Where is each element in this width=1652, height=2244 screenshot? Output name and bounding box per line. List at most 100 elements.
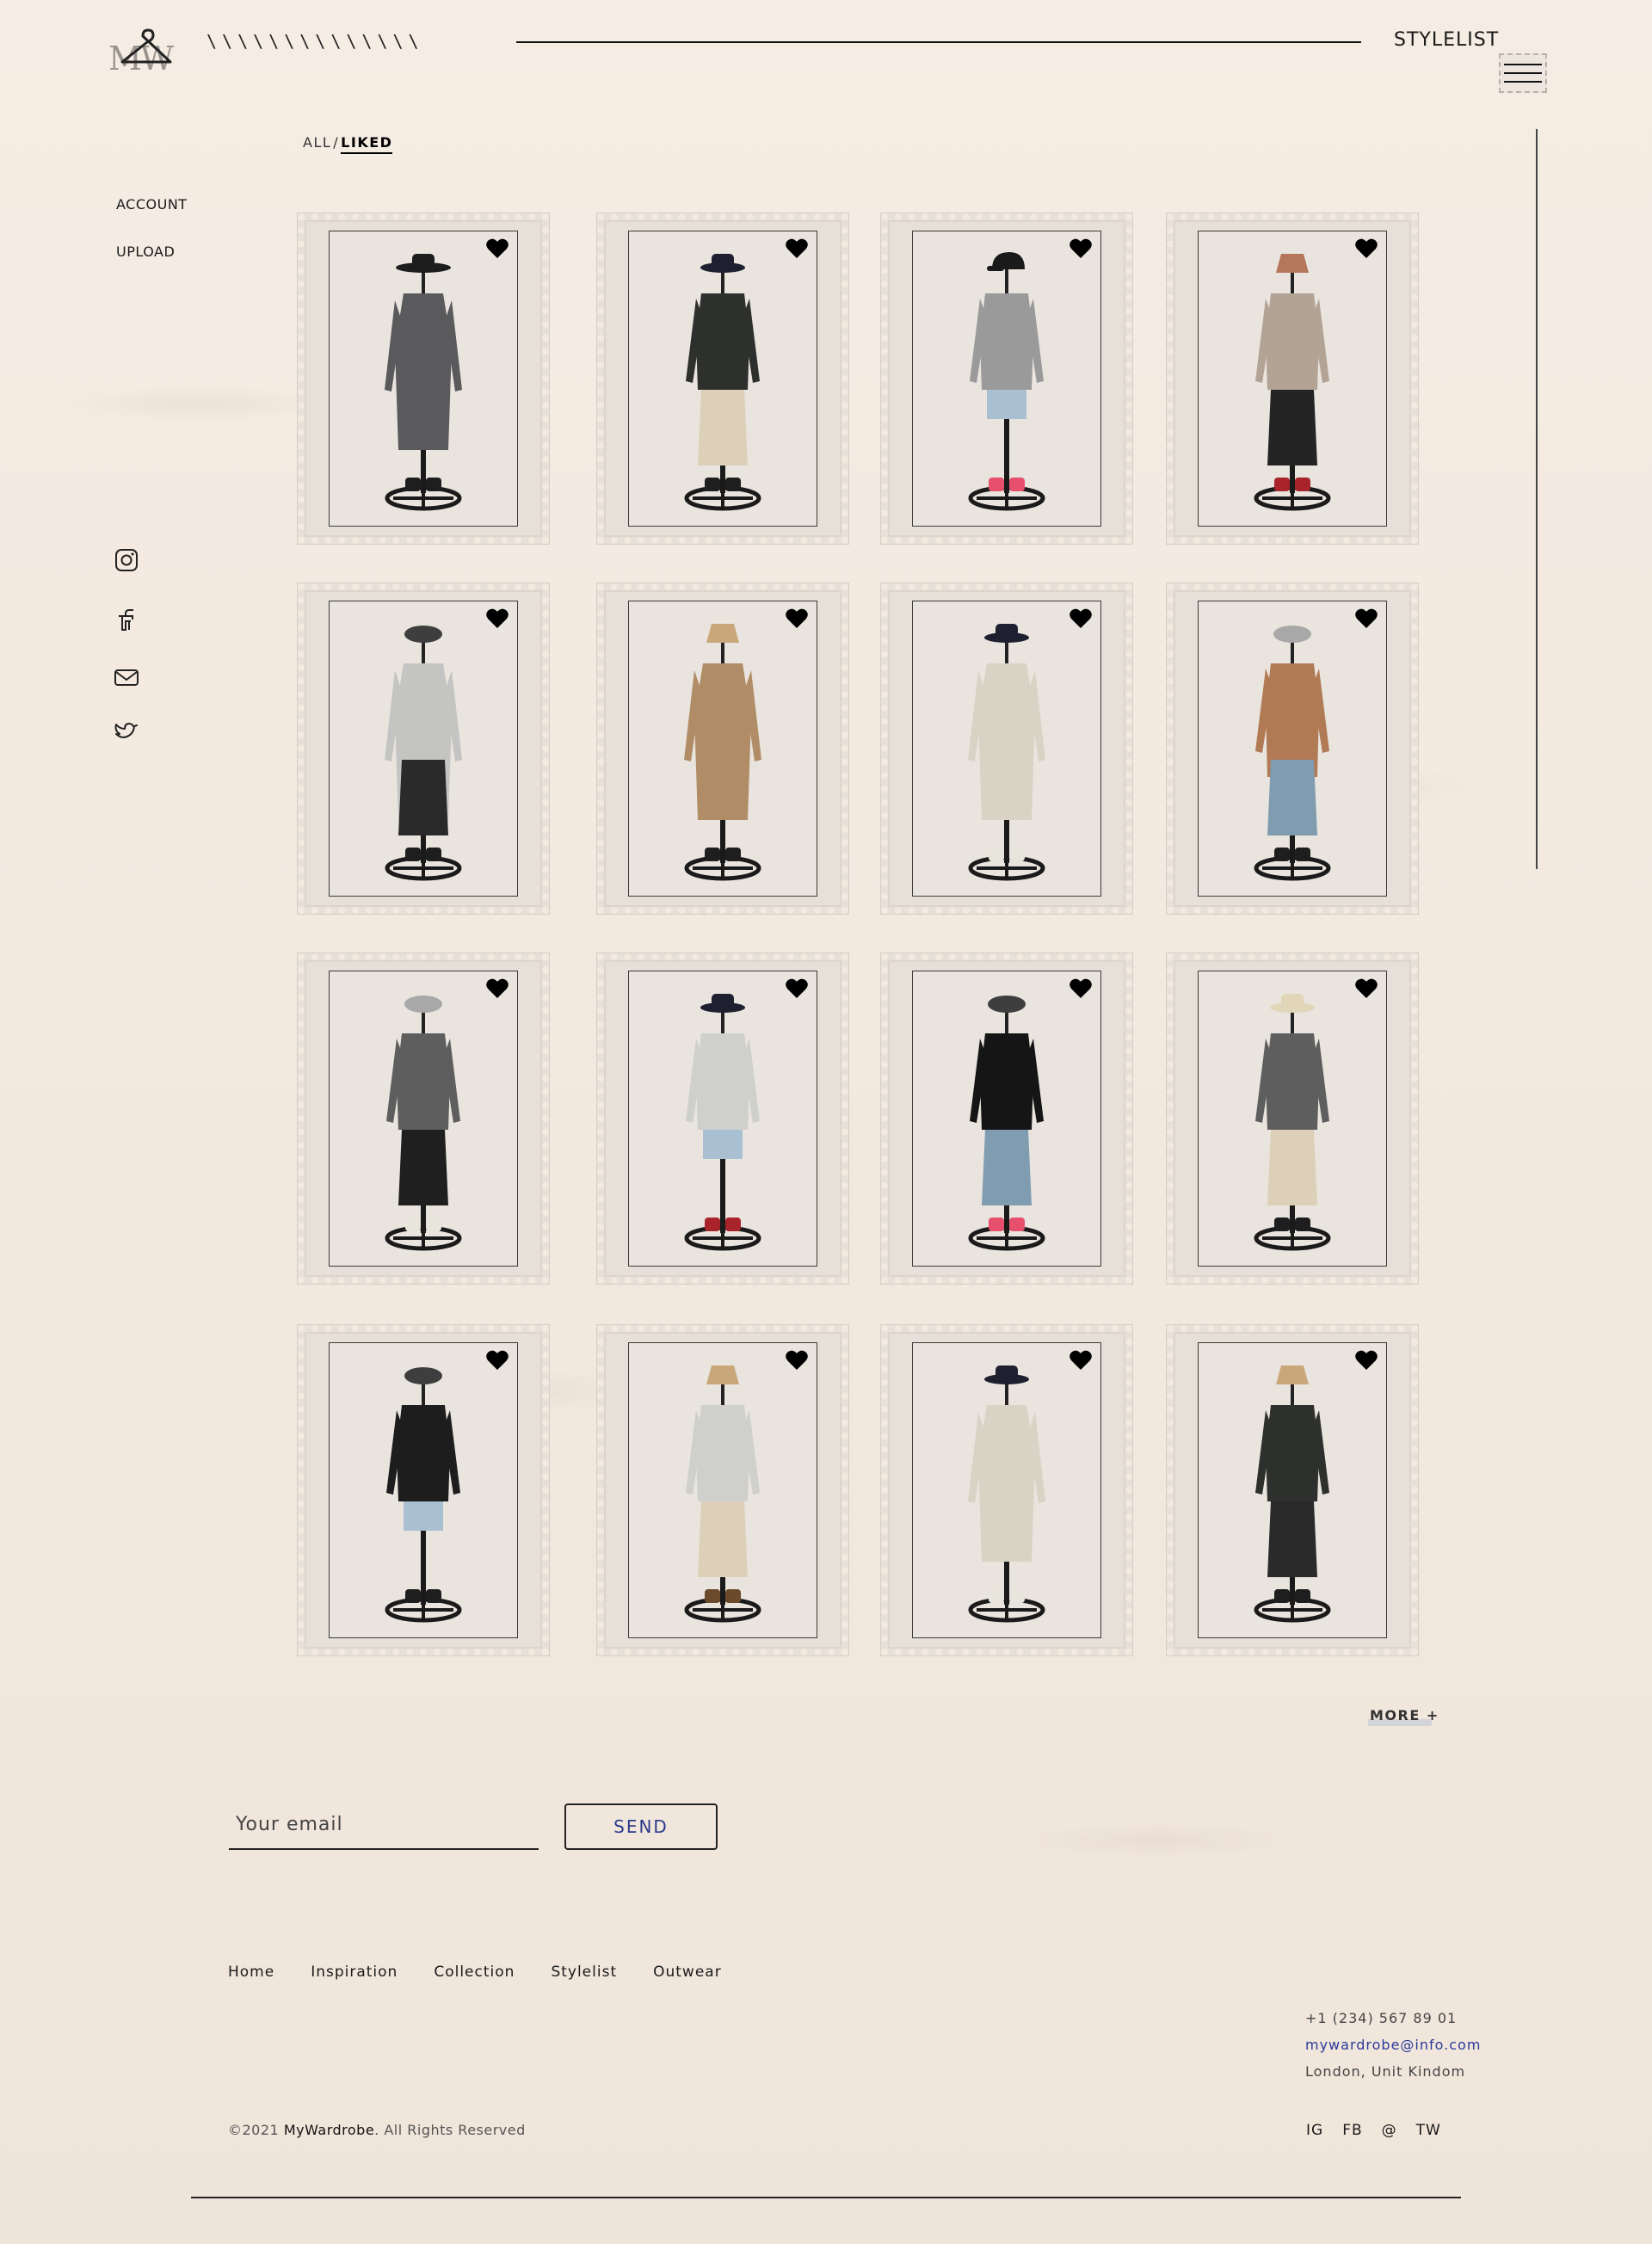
heart-icon[interactable]: [1069, 978, 1092, 999]
facebook-icon[interactable]: [114, 607, 139, 633]
mannequin-outfit-image: [1254, 626, 1331, 881]
outfit-card[interactable]: [1166, 952, 1419, 1285]
heart-icon[interactable]: [786, 1350, 808, 1371]
footer-link-collection[interactable]: Collection: [434, 1964, 515, 1981]
heart-icon[interactable]: [1069, 238, 1092, 259]
footer-social-mail[interactable]: @: [1382, 2122, 1397, 2139]
outfit-card[interactable]: [596, 952, 849, 1285]
outfit-frame: [1198, 971, 1387, 1267]
send-button[interactable]: SEND: [564, 1803, 718, 1850]
outfit-card[interactable]: [1166, 1324, 1419, 1656]
footer-link-stylelist[interactable]: Stylelist: [551, 1964, 617, 1981]
outfit-card[interactable]: [880, 952, 1133, 1285]
footer-link-outwear[interactable]: Outwear: [653, 1964, 722, 1981]
outfit-card[interactable]: [880, 213, 1133, 545]
footer-link-home[interactable]: Home: [228, 1964, 274, 1981]
contact-address: London, Unit Kindom: [1305, 2063, 1466, 2080]
logo[interactable]: MW: [107, 24, 181, 77]
heart-icon[interactable]: [486, 238, 509, 259]
outfit-card[interactable]: [297, 213, 550, 545]
outfit-card[interactable]: [596, 1324, 849, 1656]
filter-all[interactable]: ALL: [303, 134, 331, 151]
heart-icon[interactable]: [786, 608, 808, 629]
outfit-frame: [329, 1342, 518, 1638]
hanger-icon: [120, 28, 172, 64]
mail-icon[interactable]: [114, 664, 139, 690]
outfit-frame: [1198, 231, 1387, 527]
mannequin-outfit-image: [1254, 1366, 1331, 1623]
mannequin-outfit-image: [1254, 254, 1331, 511]
outfit-frame: [912, 1342, 1101, 1638]
heart-icon[interactable]: [486, 1350, 509, 1371]
outfit-frame: [1198, 601, 1387, 897]
copyright: ©2021 MyWardrobe. All Rights Reserved: [228, 2122, 526, 2138]
footer-social-tw[interactable]: TW: [1416, 2122, 1441, 2139]
outfit-frame: [912, 971, 1101, 1267]
mannequin-outfit-image: [684, 624, 761, 881]
mannequin-outfit-image: [684, 994, 761, 1251]
mannequin-outfit-image: [968, 624, 1045, 881]
contact-phone[interactable]: +1 (234) 567 89 01: [1305, 2005, 1481, 2031]
outfit-frame: [912, 231, 1101, 527]
heart-icon[interactable]: [1069, 1350, 1092, 1371]
nav-account[interactable]: ACCOUNT: [116, 196, 188, 213]
instagram-icon[interactable]: [114, 547, 139, 573]
outfit-card[interactable]: [297, 952, 550, 1285]
filter-separator: /: [333, 134, 340, 151]
outfit-frame: [628, 231, 817, 527]
footer-link-inspiration[interactable]: Inspiration: [311, 1964, 398, 1981]
heart-icon[interactable]: [1069, 608, 1092, 629]
heart-icon[interactable]: [1355, 1350, 1378, 1371]
twitter-icon[interactable]: [114, 719, 139, 745]
menu-line-icon: [1504, 72, 1542, 74]
mannequin-outfit-image: [385, 626, 462, 881]
menu-line-icon: [1504, 64, 1542, 65]
footer-divider: [191, 2197, 1461, 2198]
nav-upload[interactable]: UPLOAD: [116, 244, 188, 260]
outfit-card[interactable]: [880, 583, 1133, 915]
filter-liked[interactable]: LIKED: [341, 134, 393, 154]
heart-icon[interactable]: [786, 238, 808, 259]
outfit-card[interactable]: [880, 1324, 1133, 1656]
copyright-prefix: ©2021: [228, 2122, 284, 2138]
heart-icon[interactable]: [786, 978, 808, 999]
heart-icon[interactable]: [486, 608, 509, 629]
outfit-frame: [329, 971, 518, 1267]
heart-icon[interactable]: [1355, 978, 1378, 999]
heart-icon[interactable]: [1355, 608, 1378, 629]
mannequin-outfit-image: [385, 996, 462, 1251]
mannequin-outfit-image: [684, 1366, 761, 1623]
mannequin-outfit-image: [385, 254, 462, 511]
mannequin-outfit-image: [684, 254, 761, 511]
footer-social: IG FB @ TW: [1306, 2122, 1441, 2139]
outfit-frame: [628, 1342, 817, 1638]
outfit-frame: [329, 231, 518, 527]
contact-email[interactable]: mywardrobe@info.com: [1305, 2031, 1481, 2058]
outfit-card[interactable]: [1166, 213, 1419, 545]
footer-nav: Home Inspiration Collection Stylelist Ou…: [228, 1964, 722, 1981]
scroll-track[interactable]: [1536, 129, 1538, 869]
footer-social-ig[interactable]: IG: [1306, 2122, 1323, 2139]
menu-line-icon: [1504, 81, 1542, 83]
outfit-frame: [1198, 1342, 1387, 1638]
mannequin-outfit-image: [1254, 994, 1331, 1251]
email-input[interactable]: [229, 1800, 539, 1850]
contact-info: +1 (234) 567 89 01 mywardrobe@info.com L…: [1305, 2005, 1481, 2085]
copyright-suffix: . All Rights Reserved: [374, 2122, 526, 2138]
outfit-card[interactable]: [297, 583, 550, 915]
outfit-card[interactable]: [596, 583, 849, 915]
outfit-frame: [628, 601, 817, 897]
heart-icon[interactable]: [486, 978, 509, 999]
heart-icon[interactable]: [1355, 238, 1378, 259]
outfit-frame: [912, 601, 1101, 897]
site-label[interactable]: STYLELIST: [1394, 29, 1499, 51]
outfit-card[interactable]: [1166, 583, 1419, 915]
mannequin-outfit-image: [968, 1366, 1045, 1623]
hamburger-menu-button[interactable]: [1499, 53, 1547, 93]
outfit-card[interactable]: [297, 1324, 550, 1656]
footer-social-fb[interactable]: FB: [1342, 2122, 1362, 2139]
mannequin-outfit-image: [968, 252, 1045, 511]
outfit-frame: [329, 601, 518, 897]
more-button[interactable]: MORE +: [1370, 1707, 1439, 1723]
outfit-card[interactable]: [596, 213, 849, 545]
